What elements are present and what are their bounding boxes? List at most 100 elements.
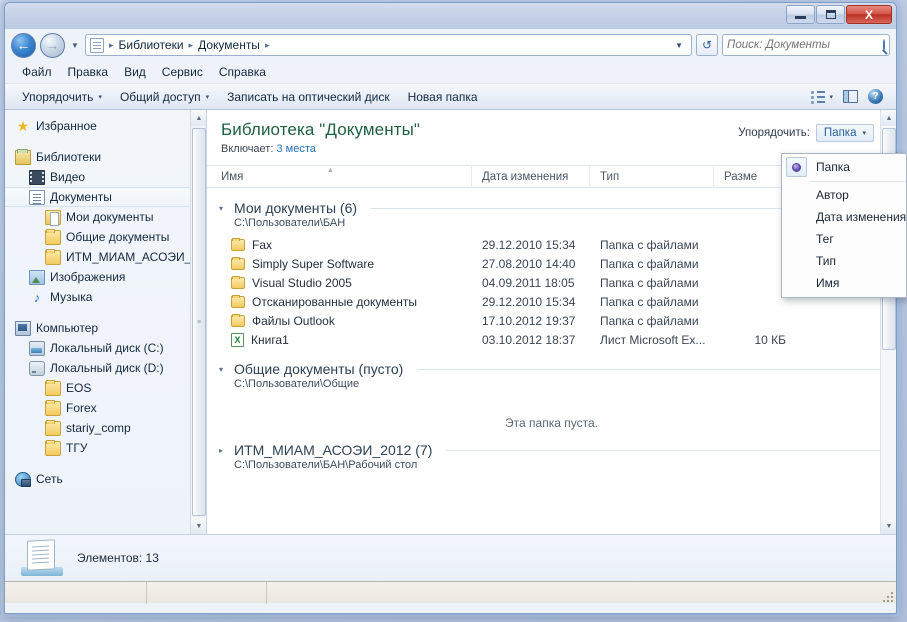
- menu-item-help[interactable]: Справка: [212, 63, 273, 81]
- arrange-by-menu[interactable]: Папка Автор Дата изменения Тег ТипИмя: [781, 153, 907, 298]
- share-button[interactable]: Общий доступ ▾: [111, 87, 218, 107]
- maximize-button[interactable]: [816, 5, 845, 24]
- menu-item-тег[interactable]: Тег: [782, 228, 906, 250]
- menu-item-дата-изменения[interactable]: Дата изменения: [782, 206, 906, 228]
- sidebar-item-label: Общие документы: [66, 230, 169, 244]
- close-button[interactable]: X: [846, 5, 892, 24]
- search-box[interactable]: [722, 34, 890, 56]
- sidebar-item-видео[interactable]: Видео: [5, 167, 206, 187]
- chevron-down-icon: ▾: [206, 93, 210, 101]
- group-path: C:\Пользователи\Общие: [219, 378, 896, 390]
- menu-item-label: Папка: [816, 160, 850, 174]
- radio-selected-icon: [786, 157, 807, 177]
- scroll-up-arrow-icon[interactable]: ▲: [881, 110, 896, 126]
- menu-item-тип[interactable]: Тип: [782, 250, 906, 272]
- refresh-button[interactable]: ↺: [696, 34, 718, 56]
- view-list-icon: [811, 91, 825, 103]
- status-segment-2: [147, 582, 267, 604]
- cell-name: Книга1: [207, 333, 472, 347]
- sidebar-item-label: ИТМ_МИАМ_АСОЭИ_2012: [66, 250, 207, 264]
- table-row[interactable]: Книга103.10.2012 18:37Лист Microsoft Ex.…: [207, 330, 896, 349]
- menu-bar: Файл Правка Вид Сервис Справка: [5, 61, 896, 83]
- sidebar-item-тгу[interactable]: ТГУ: [5, 438, 206, 458]
- cell-name: Fax: [207, 238, 472, 252]
- history-dropdown-icon[interactable]: ▼: [69, 41, 81, 50]
- sidebar-item-label: Локальный диск (C:): [50, 341, 164, 355]
- radio-dot: [792, 163, 801, 172]
- scrollbar-thumb[interactable]: ≡: [192, 128, 206, 516]
- sidebar-item-stariy_comp[interactable]: stariy_comp: [5, 418, 206, 438]
- group-collapse-icon[interactable]: ▾: [219, 204, 228, 213]
- burn-button[interactable]: Записать на оптический диск: [218, 87, 399, 107]
- group-header-row[interactable]: ▾ Общие документы (пусто): [219, 361, 896, 377]
- breadcrumb-item-libraries[interactable]: Библиотеки: [116, 36, 187, 54]
- sidebar-item-компьютер[interactable]: Компьютер: [5, 318, 206, 338]
- search-input[interactable]: [727, 39, 883, 51]
- scroll-up-arrow-icon[interactable]: ▲: [191, 110, 207, 126]
- sidebar-item-библиотеки[interactable]: Библиотеки: [5, 147, 206, 167]
- group-header-row[interactable]: ▸ ИТМ_МИАМ_АСОЭИ_2012 (7): [219, 442, 896, 458]
- group-collapse-icon[interactable]: ▾: [219, 365, 228, 374]
- breadcrumb-dropdown-icon[interactable]: ▼: [669, 41, 689, 50]
- minimize-button[interactable]: [786, 5, 815, 24]
- file-name: Отсканированные документы: [252, 295, 417, 309]
- breadcrumb-separator: ▸: [187, 40, 196, 51]
- folder-icon: [45, 401, 61, 416]
- menu-item-view[interactable]: Вид: [117, 63, 153, 81]
- change-view-button[interactable]: ▾: [806, 89, 838, 105]
- column-header-name[interactable]: Имя: [207, 165, 472, 188]
- forward-button[interactable]: →: [40, 33, 65, 58]
- menu-item-имя[interactable]: Имя: [782, 272, 906, 294]
- sidebar-item-общие-документы[interactable]: Общие документы: [5, 227, 206, 247]
- menu-item-папка[interactable]: Папка: [782, 156, 906, 178]
- back-button[interactable]: ←: [11, 33, 36, 58]
- includes-link[interactable]: 3 места: [276, 143, 315, 155]
- group-expand-icon[interactable]: ▸: [219, 446, 228, 455]
- column-header-type[interactable]: Тип: [590, 165, 714, 188]
- folder-icon: [231, 315, 245, 327]
- menu-item-label: Тег: [816, 232, 834, 246]
- menu-item-file[interactable]: Файл: [15, 63, 59, 81]
- column-header-date[interactable]: Дата изменения: [472, 165, 590, 188]
- navigation-pane: ★Избранное БиблиотекиВидеоДокументыМои до…: [5, 110, 207, 534]
- arrange-by-button[interactable]: Папка ▾: [816, 124, 874, 142]
- group-title: ИТМ_МИАМ_АСОЭИ_2012 (7): [234, 442, 432, 458]
- cell-name: Visual Studio 2005: [207, 276, 472, 290]
- empty-folder-message: Эта папка пуста.: [207, 416, 896, 430]
- sidebar-item-итм_миам_асоэи_2012[interactable]: ИТМ_МИАМ_АСОЭИ_2012: [5, 247, 206, 267]
- breadcrumb-separator: ▸: [263, 40, 272, 51]
- computer-icon: [15, 321, 31, 336]
- sidebar-gap: [5, 136, 206, 147]
- new-folder-button[interactable]: Новая папка: [399, 87, 487, 107]
- navigation-scrollbar[interactable]: ▲ ≡ ▼: [190, 110, 206, 534]
- preview-pane-button[interactable]: [838, 88, 863, 105]
- sidebar-item-избранное[interactable]: ★Избранное: [5, 116, 206, 136]
- help-button[interactable]: ?: [863, 87, 888, 106]
- folder-icon: [45, 250, 61, 265]
- organize-button[interactable]: Упорядочить ▾: [13, 87, 111, 107]
- group-path: C:\Пользователи\БАН\Рабочий стол: [219, 459, 896, 471]
- breadcrumb-item-documents[interactable]: Документы: [195, 36, 263, 54]
- scroll-down-arrow-icon[interactable]: ▼: [191, 518, 207, 534]
- sidebar-item-локальный-диск-c-[interactable]: Локальный диск (C:): [5, 338, 206, 358]
- breadcrumb[interactable]: ▸ Библиотеки ▸ Документы ▸ ▼: [85, 34, 692, 56]
- group-title: Общие документы (пусто): [234, 361, 403, 377]
- menu-item-tools[interactable]: Сервис: [155, 63, 210, 81]
- menu-item-edit[interactable]: Правка: [61, 63, 116, 81]
- table-row[interactable]: Файлы Outlook17.10.2012 19:37Папка с фай…: [207, 311, 896, 330]
- sidebar-item-музыка[interactable]: ♪Музыка: [5, 287, 206, 307]
- sidebar-gap: [5, 307, 206, 318]
- sidebar-item-eos[interactable]: EOS: [5, 378, 206, 398]
- resize-grip-icon[interactable]: [883, 592, 893, 602]
- sidebar-item-локальный-диск-d-[interactable]: Локальный диск (D:): [5, 358, 206, 378]
- menu-item-автор[interactable]: Автор: [782, 184, 906, 206]
- scroll-down-arrow-icon[interactable]: ▼: [881, 518, 896, 534]
- sidebar-item-label: Изображения: [50, 270, 125, 284]
- organize-label: Упорядочить: [22, 90, 93, 104]
- sidebar-item-документы[interactable]: Документы: [5, 187, 206, 207]
- sidebar-item-forex[interactable]: Forex: [5, 398, 206, 418]
- sidebar-item-сеть[interactable]: Сеть: [5, 469, 206, 489]
- sidebar-item-мои-документы[interactable]: Мои документы: [5, 207, 206, 227]
- menu-item-label: Дата изменения: [816, 210, 906, 224]
- sidebar-item-изображения[interactable]: Изображения: [5, 267, 206, 287]
